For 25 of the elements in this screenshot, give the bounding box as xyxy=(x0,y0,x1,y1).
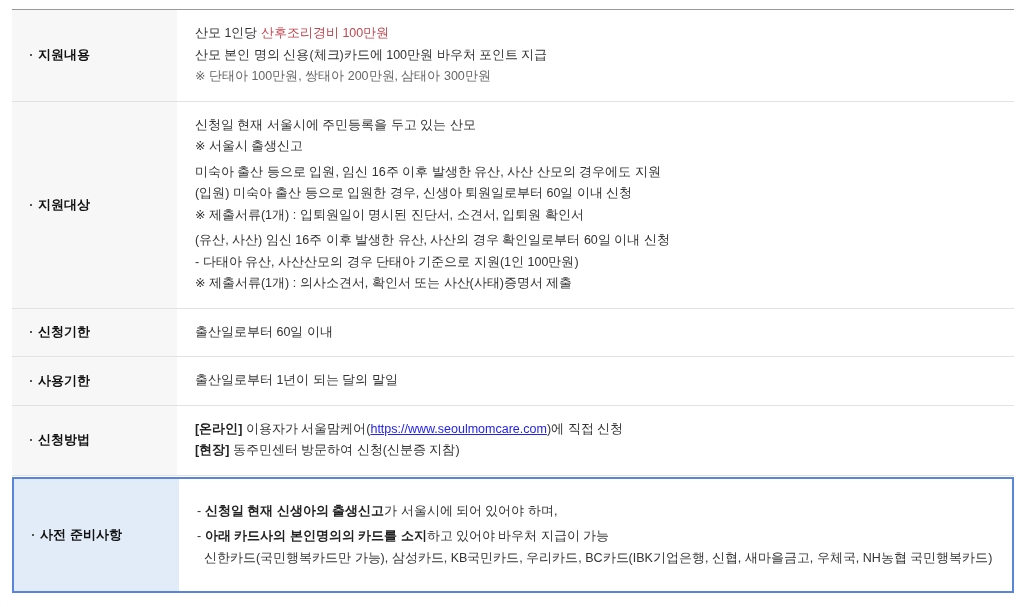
content-line: (입원) 미숙아 출산 등으로 입원한 경우, 신생아 퇴원일로부터 60일 이내 신청 xyxy=(195,185,634,202)
content-line: ※ 서울시 출생신고 xyxy=(195,138,305,155)
content-line: - 신청일 현재 신생아의 출생신고가 서울시에 되어 있어야 하며, xyxy=(197,502,559,520)
content-line: 신한카드(국민행복카드만 가능), 삼성카드, KB국민카드, 우리카드, BC카드(IBK기업은행, 신협, 새마을금고, 우체국, NH농협 국민행복카드) xyxy=(202,549,994,567)
row-label: 지원대상 xyxy=(38,195,90,214)
content-line: [온라인] 이용자가 서울맘케어(https://www.seoulmomcare.com)에 직접 신청 xyxy=(195,420,624,438)
content-line: 출산일로부터 1년이 되는 달의 말일 xyxy=(195,372,399,389)
website-link[interactable]: https://www.seoulmomcare.com xyxy=(370,421,547,436)
content-line: ※ 단태아 100만원, 쌍태아 200만원, 삼태아 300만원 xyxy=(195,68,492,85)
row-label: 신청기한 xyxy=(38,323,90,342)
row-label: 신청방법 xyxy=(38,431,90,449)
content-line: 출산일로부터 60일 이내 xyxy=(195,323,334,341)
content-line: [현장] 동주민센터 방문하여 신청(신분증 지참) xyxy=(195,442,461,459)
content-line: 미숙아 출산 등으로 입원, 임신 16주 이후 발생한 유산, 사산 산모의 경우에도 지원 xyxy=(195,163,662,181)
content-line: ※ 제출서류(1개) : 입퇴원일이 명시된 진단서, 소견서, 입퇴원 확인서 xyxy=(195,206,585,224)
content-line: 신청일 현재 서울시에 주민등록을 두고 있는 산모 xyxy=(195,116,477,134)
row-label: 사용기한 xyxy=(38,371,90,390)
content-line: - 아래 카드사의 본인명의의 카드를 소지하고 있어야 바우처 지급이 가능 xyxy=(197,528,611,545)
content-line: ※ 제출서류(1개) : 의사소견서, 확인서 또는 사산(사태)증명서 제출 xyxy=(195,275,574,292)
content-line: (유산, 사산) 임신 16주 이후 발생한 유산, 사산의 경우 확인일로부터 60일 이내 신청 xyxy=(195,232,671,249)
content-line: 산모 본인 명의 신용(체크)카드에 100만원 바우처 포인트 지급 xyxy=(195,46,549,64)
content-line: 산모 1인당 산후조리경비 100만원 xyxy=(195,25,391,42)
content-line: - 다태아 유산, 사산산모의 경우 단태아 기준으로 지원(1인 100만원) xyxy=(195,253,580,271)
row-label: 지원내용 xyxy=(38,46,90,65)
row-label: 사전 준비사항 xyxy=(40,525,122,544)
